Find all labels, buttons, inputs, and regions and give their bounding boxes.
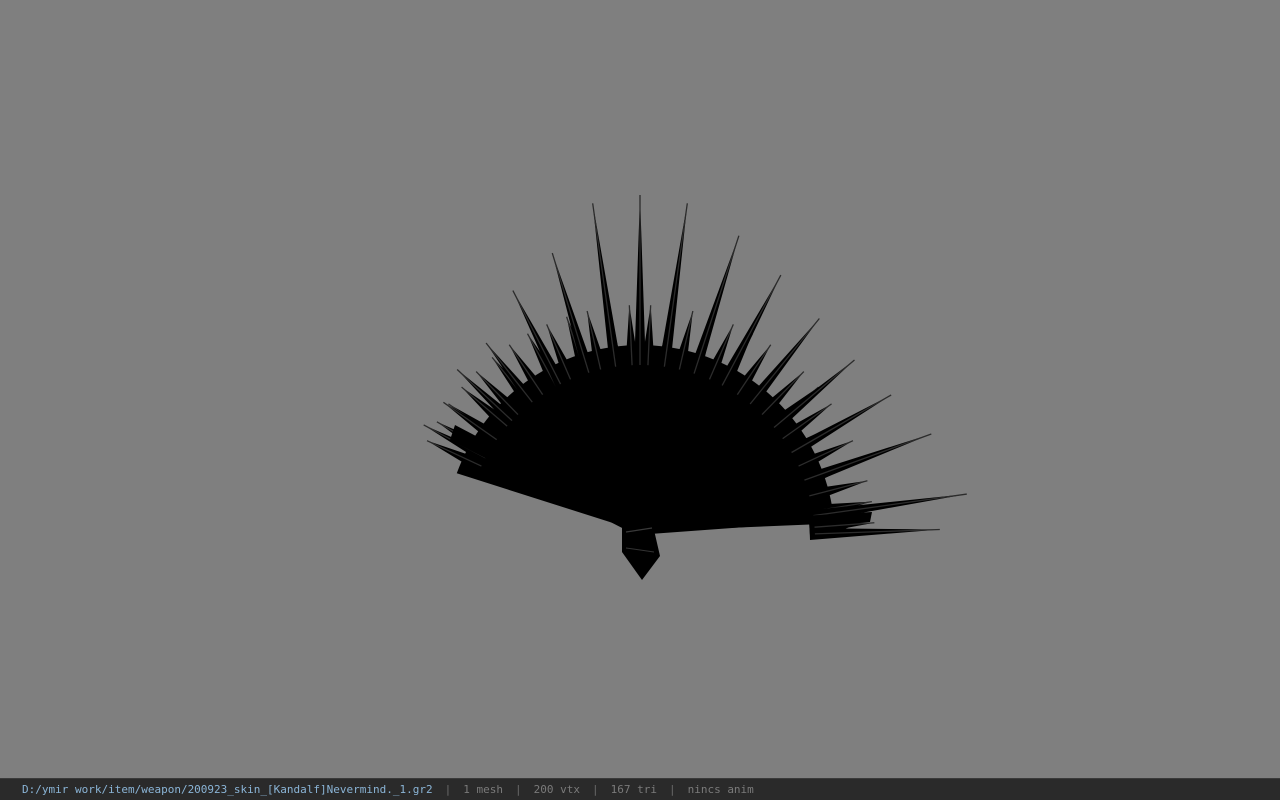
triangle-count-label: 167 tri (610, 783, 657, 796)
spiked-fan-model (423, 195, 967, 580)
long-spike-highlight (693, 235, 740, 374)
mesh-count-label: 1 mesh (463, 783, 503, 796)
3d-viewport[interactable] (0, 0, 1280, 778)
file-path-label: D:/ymir work/item/weapon/200923_skin_[Ka… (22, 783, 433, 796)
model-render (423, 195, 967, 580)
status-bar: D:/ymir work/item/weapon/200923_skin_[Ka… (0, 778, 1280, 800)
animation-status-label: nincs anim (687, 783, 754, 796)
long-spike (686, 235, 739, 381)
separator: | (668, 783, 676, 796)
separator: | (444, 783, 452, 796)
vertex-count-label: 200 vtx (533, 783, 580, 796)
separator: | (514, 783, 522, 796)
separator: | (591, 783, 599, 796)
